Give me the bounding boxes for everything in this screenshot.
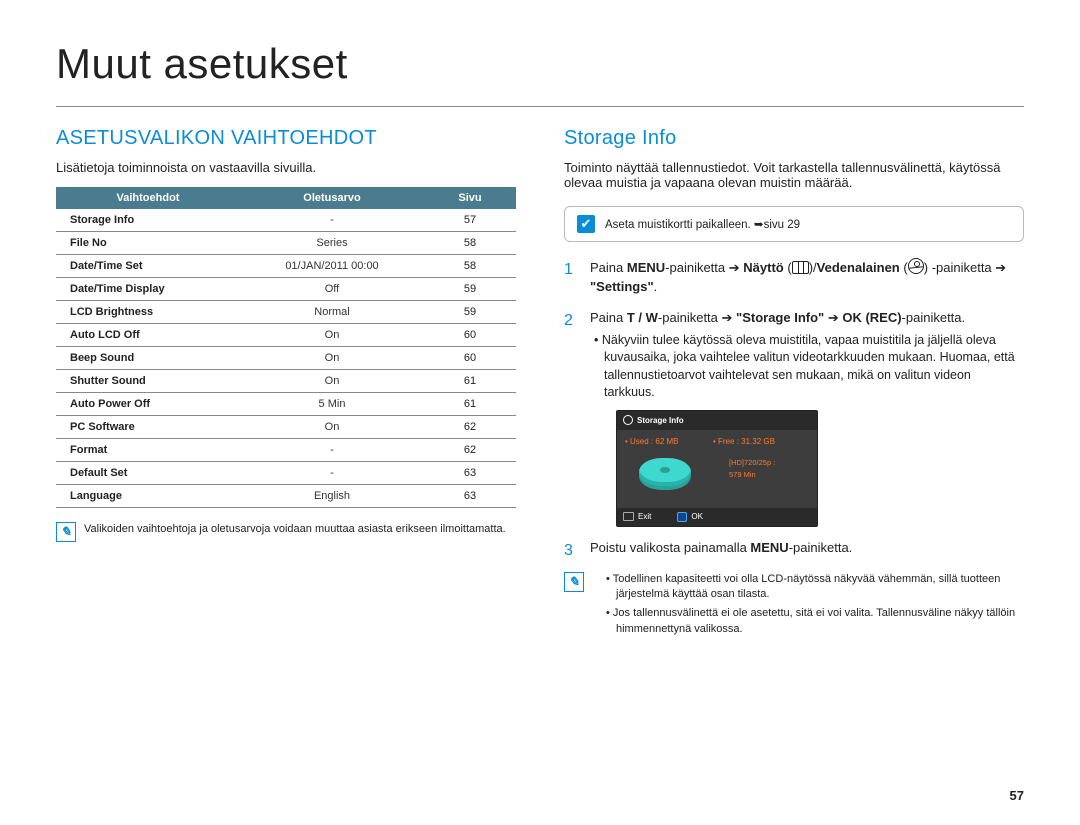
table-row: Date/Time DisplayOff59 [56, 278, 516, 301]
table-row: Beep SoundOn60 [56, 347, 516, 370]
footnote-text: Valikoiden vaihtoehtoja ja oletusarvoja … [84, 522, 506, 542]
right-heading: Storage Info [564, 127, 1024, 150]
ok-key-icon [677, 512, 687, 522]
step-3: Poistu valikosta painamalla MENU-painike… [564, 539, 1024, 558]
ss-resolution: [HD]720/25p : [729, 458, 775, 469]
manual-page: Muut asetukset ASETUSVALIKON VAIHTOEHDOT… [0, 0, 1080, 825]
divider [56, 106, 1024, 107]
table-row: Shutter SoundOn61 [56, 370, 516, 393]
left-heading: ASETUSVALIKON VAIHTOEHDOT [56, 127, 516, 150]
table-row: Default Set-63 [56, 462, 516, 485]
column-right: Storage Info Toiminto näyttää tallennust… [564, 127, 1024, 641]
table-row: PC SoftwareOn62 [56, 416, 516, 439]
ss-body: • Used : 62 MB • Free : 31.32 GB [HD]720… [617, 430, 817, 508]
th-default: Oletusarvo [240, 187, 424, 209]
table-row: Date/Time Set01/JAN/2011 00:0058 [56, 255, 516, 278]
column-left: ASETUSVALIKON VAIHTOEHDOT Lisätietoja to… [56, 127, 516, 641]
content-columns: ASETUSVALIKON VAIHTOEHDOT Lisätietoja to… [56, 127, 1024, 641]
table-row: Auto LCD OffOn60 [56, 324, 516, 347]
step-2-bullet: • Näkyviin tulee käytössä oleva muistiti… [590, 332, 1024, 402]
underwater-icon [908, 258, 924, 274]
insert-card-text: Aseta muistikortti paikalleen. ➥sivu 29 [605, 217, 800, 231]
table-row: LanguageEnglish63 [56, 485, 516, 508]
table-row: LCD BrightnessNormal59 [56, 301, 516, 324]
step-2: Paina T / W-painiketta ➔ "Storage Info" … [564, 309, 1024, 527]
ss-ok: OK [691, 511, 703, 523]
ss-free: • Free : 31.32 GB [713, 436, 775, 448]
th-page: Sivu [424, 187, 516, 209]
left-footnote: ✎ Valikoiden vaihtoehtoja ja oletusarvoj… [56, 522, 516, 542]
note-item: Todellinen kapasiteetti voi olla LCD-näy… [606, 572, 1024, 603]
notes-list: Todellinen kapasiteetti voi olla LCD-näy… [592, 572, 1024, 642]
gear-icon [623, 415, 633, 425]
page-number: 57 [1010, 788, 1024, 803]
table-row: Format-62 [56, 439, 516, 462]
table-row: Auto Power Off5 Min61 [56, 393, 516, 416]
ss-header: Storage Info [617, 411, 817, 431]
right-lead: Toiminto näyttää tallennustiedot. Voit t… [564, 160, 1024, 190]
ss-exit: Exit [638, 511, 651, 523]
table-row: File NoSeries58 [56, 232, 516, 255]
options-table: Vaihtoehdot Oletusarvo Sivu Storage Info… [56, 187, 516, 508]
step-1: Paina MENU-painiketta ➔ Näyttö ()/Vedena… [564, 258, 1024, 297]
ss-minutes: 579 Min [729, 470, 756, 481]
ss-footer: Exit OK [617, 508, 817, 526]
note-item: Jos tallennusvälinettä ei ole asetettu, … [606, 606, 1024, 637]
menu-key-icon [623, 512, 634, 521]
left-lead: Lisätietoja toiminnoista on vastaavilla … [56, 160, 516, 175]
steps-list: Paina MENU-painiketta ➔ Näyttö ()/Vedena… [564, 258, 1024, 558]
table-row: Storage Info-57 [56, 209, 516, 232]
right-notes: ✎ Todellinen kapasiteetti voi olla LCD-n… [564, 572, 1024, 642]
th-option: Vaihtoehdot [56, 187, 240, 209]
lcd-screenshot: Storage Info • Used : 62 MB • Free : 31.… [616, 410, 818, 527]
check-icon: ✔ [577, 215, 595, 233]
note-icon: ✎ [56, 522, 76, 542]
insert-card-box: ✔ Aseta muistikortti paikalleen. ➥sivu 2… [564, 206, 1024, 242]
page-title: Muut asetukset [56, 40, 1024, 88]
disc-icon [639, 458, 691, 486]
note-icon: ✎ [564, 572, 584, 592]
display-icon [792, 261, 809, 274]
ss-title: Storage Info [637, 415, 684, 427]
